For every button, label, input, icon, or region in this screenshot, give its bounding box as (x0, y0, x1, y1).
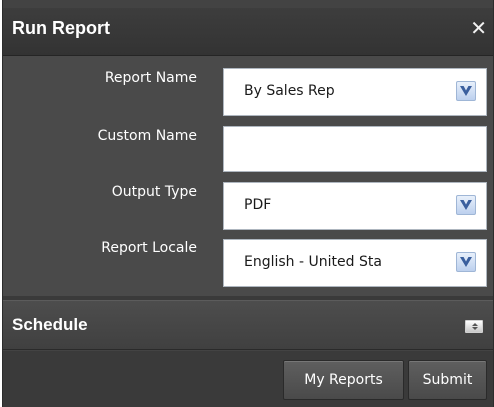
dialog-titlebar: Run Report ✕ (3, 8, 493, 56)
report-locale-value: English - United Sta (244, 254, 382, 270)
dialog-title: Run Report (12, 18, 110, 38)
schedule-section-header[interactable]: Schedule (3, 300, 493, 350)
expand-collapse-icon[interactable] (465, 320, 483, 333)
custom-name-input[interactable] (224, 127, 486, 171)
report-locale-select[interactable]: English - United Sta (223, 239, 487, 287)
run-report-dialog: Run Report ✕ Report Name By Sales Rep Cu… (2, 0, 494, 407)
output-type-select[interactable]: PDF (223, 182, 487, 230)
report-form: Report Name By Sales Rep Custom Name Out… (3, 56, 493, 296)
output-type-value: PDF (244, 197, 272, 213)
report-name-label: Report Name (104, 70, 197, 86)
report-name-value: By Sales Rep (244, 83, 335, 99)
schedule-title: Schedule (12, 315, 88, 334)
chevron-down-icon[interactable] (456, 81, 476, 101)
chevron-down-icon[interactable] (456, 252, 476, 272)
report-locale-label: Report Locale (101, 240, 197, 256)
close-icon[interactable]: ✕ (470, 18, 487, 38)
submit-button[interactable]: Submit (408, 360, 487, 400)
output-type-label: Output Type (111, 184, 197, 200)
my-reports-button[interactable]: My Reports (283, 360, 404, 400)
dialog-footer: My Reports Submit (3, 351, 493, 407)
custom-name-label: Custom Name (97, 128, 197, 144)
report-name-select[interactable]: By Sales Rep (223, 68, 487, 116)
custom-name-field[interactable] (223, 126, 487, 172)
chevron-down-icon[interactable] (456, 195, 476, 215)
